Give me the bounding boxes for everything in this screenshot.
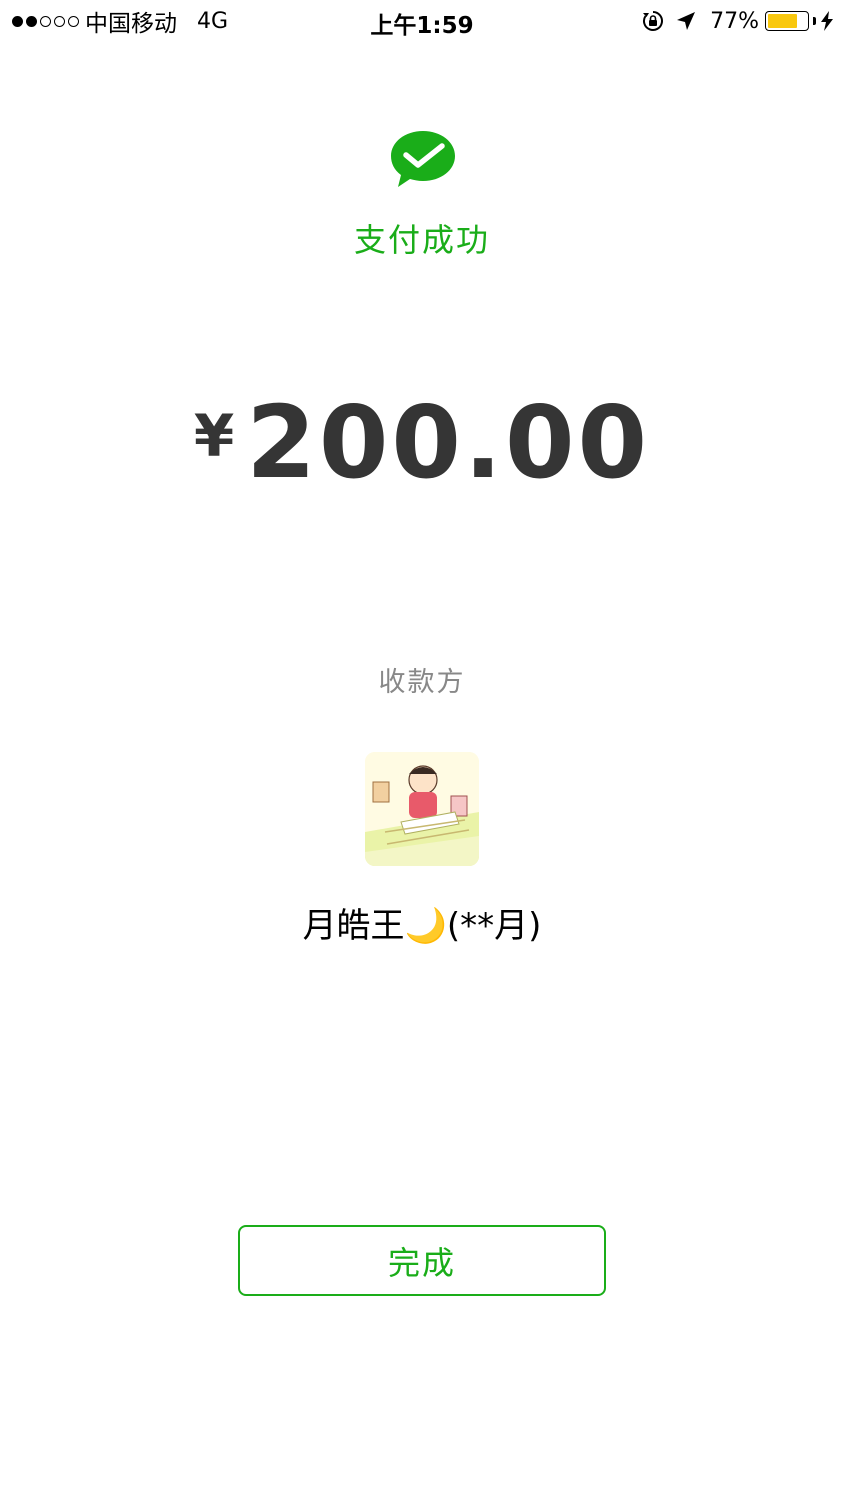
payee-label: 收款方 <box>378 667 466 698</box>
done-button[interactable]: 完成 <box>238 1225 606 1296</box>
wechat-pay-logo-icon <box>391 131 455 187</box>
battery-percent: 77% <box>710 8 759 34</box>
battery-nub <box>813 17 816 25</box>
location-arrow-icon <box>677 12 696 30</box>
battery-icon <box>765 11 809 31</box>
payment-amount: ¥ 200.00 <box>0 388 844 498</box>
payee-avatar <box>365 752 479 866</box>
currency-symbol: ¥ <box>193 402 235 470</box>
payee-name: 月皓王🌙(**月) <box>302 906 542 946</box>
charging-bolt-icon <box>821 11 833 31</box>
status-bar-right: 77% <box>642 6 834 36</box>
amount-value: 200.00 <box>246 384 651 501</box>
status-bar: 中国移动 4G 上午1:59 77% <box>0 0 844 42</box>
payment-success-title: 支付成功 <box>353 221 490 259</box>
avatar-image <box>365 752 479 866</box>
rotation-lock-icon <box>643 11 664 31</box>
battery-level-fill <box>768 14 798 28</box>
